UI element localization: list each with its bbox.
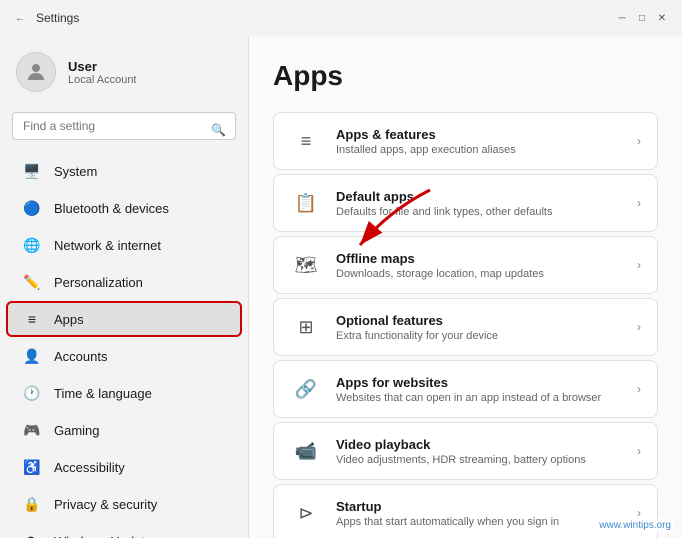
setting-text-apps-websites: Apps for websites Websites that can open …	[336, 375, 637, 404]
user-profile[interactable]: User Local Account	[0, 44, 248, 108]
bluetooth-icon: 🔵	[22, 198, 42, 218]
page-title: Apps	[273, 60, 658, 92]
setting-name-apps-websites: Apps for websites	[336, 375, 637, 390]
sidebar-item-accounts[interactable]: 👤 Accounts	[6, 338, 242, 374]
user-subtitle: Local Account	[68, 74, 137, 86]
time-icon: 🕐	[22, 383, 42, 403]
watermark: www.wintips.org	[596, 519, 674, 532]
setting-item-offline-maps[interactable]: 🗺 Offline maps Downloads, storage location…	[273, 236, 658, 294]
video-playback-icon: 📹	[290, 435, 322, 467]
chevron-icon-startup: ›	[637, 506, 641, 520]
user-info: User Local Account	[68, 59, 137, 86]
startup-icon: ⊳	[290, 497, 322, 529]
update-icon: ⟳	[22, 531, 42, 538]
sidebar-item-time[interactable]: 🕐 Time & language	[6, 375, 242, 411]
sidebar-item-apps[interactable]: ≡ Apps	[6, 301, 242, 337]
setting-name-video-playback: Video playback	[336, 437, 637, 452]
sidebar-item-label-personalization: Personalization	[54, 275, 143, 290]
setting-item-apps-websites[interactable]: 🔗 Apps for websites Websites that can open…	[273, 360, 658, 418]
apps-icon: ≡	[22, 309, 42, 329]
default-apps-icon: 📋	[290, 187, 322, 219]
title-bar: ← Settings ─ □ ✕	[0, 0, 682, 36]
personalization-icon: ✏️	[22, 272, 42, 292]
sidebar-item-label-accounts: Accounts	[54, 349, 107, 364]
sidebar-item-label-accessibility: Accessibility	[54, 460, 125, 475]
setting-text-startup: Startup Apps that start automatically whe…	[336, 499, 637, 528]
setting-item-optional-features[interactable]: ⊞ Optional features Extra functionality fo…	[273, 298, 658, 356]
sidebar-item-personalization[interactable]: ✏️ Personalization	[6, 264, 242, 300]
setting-name-apps-features: Apps & features	[336, 127, 637, 142]
chevron-icon-offline-maps: ›	[637, 258, 641, 272]
privacy-icon: 🔒	[22, 494, 42, 514]
sidebar-item-label-apps: Apps	[54, 312, 84, 327]
setting-desc-apps-websites: Websites that can open in an app instead…	[336, 392, 637, 404]
search-input[interactable]	[12, 112, 236, 140]
accessibility-icon: ♿	[22, 457, 42, 477]
optional-features-icon: ⊞	[290, 311, 322, 343]
sidebar-item-label-privacy: Privacy & security	[54, 497, 157, 512]
setting-text-offline-maps: Offline maps Downloads, storage location,…	[336, 251, 637, 280]
setting-text-video-playback: Video playback Video adjustments, HDR str…	[336, 437, 637, 466]
sidebar-item-label-bluetooth: Bluetooth & devices	[54, 201, 169, 216]
back-button[interactable]: ←	[12, 10, 28, 26]
setting-name-default-apps: Default apps	[336, 189, 637, 204]
setting-text-apps-features: Apps & features Installed apps, app execu…	[336, 127, 637, 156]
setting-name-optional-features: Optional features	[336, 313, 637, 328]
chevron-icon-video-playback: ›	[637, 444, 641, 458]
sidebar-item-label-gaming: Gaming	[54, 423, 100, 438]
setting-item-default-apps[interactable]: 📋 Default apps Defaults for file and link …	[273, 174, 658, 232]
sidebar-item-label-network: Network & internet	[54, 238, 161, 253]
sidebar-item-label-update: Windows Update	[54, 534, 152, 538]
setting-desc-optional-features: Extra functionality for your device	[336, 330, 637, 342]
sidebar-item-label-system: System	[54, 164, 97, 179]
avatar	[16, 52, 56, 92]
offline-maps-icon: 🗺	[290, 249, 322, 281]
setting-desc-apps-features: Installed apps, app execution aliases	[336, 144, 637, 156]
setting-name-offline-maps: Offline maps	[336, 251, 637, 266]
apps-websites-icon: 🔗	[290, 373, 322, 405]
setting-item-apps-features[interactable]: ≡ Apps & features Installed apps, app exec…	[273, 112, 658, 170]
apps-features-icon: ≡	[290, 125, 322, 157]
sidebar-item-network[interactable]: 🌐 Network & internet	[6, 227, 242, 263]
minimize-button[interactable]: ─	[614, 10, 630, 26]
sidebar-item-accessibility[interactable]: ♿ Accessibility	[6, 449, 242, 485]
setting-desc-default-apps: Defaults for file and link types, other …	[336, 206, 637, 218]
app-container: User Local Account 🔍 🖥️ System 🔵 Bluetooth …	[0, 36, 682, 538]
sidebar-item-update[interactable]: ⟳ Windows Update	[6, 523, 242, 538]
setting-name-startup: Startup	[336, 499, 637, 514]
window-title: Settings	[36, 11, 79, 25]
sidebar-item-bluetooth[interactable]: 🔵 Bluetooth & devices	[6, 190, 242, 226]
setting-text-optional-features: Optional features Extra functionality for…	[336, 313, 637, 342]
network-icon: 🌐	[22, 235, 42, 255]
content-area: Apps ≡ Apps & features Installed apps, app…	[248, 36, 682, 538]
nav-list: 🖥️ System 🔵 Bluetooth & devices 🌐 Network & i…	[0, 152, 248, 538]
sidebar-item-privacy[interactable]: 🔒 Privacy & security	[6, 486, 242, 522]
system-icon: 🖥️	[22, 161, 42, 181]
gaming-icon: 🎮	[22, 420, 42, 440]
search-container: 🔍	[0, 108, 248, 152]
setting-desc-video-playback: Video adjustments, HDR streaming, batter…	[336, 454, 637, 466]
user-name: User	[68, 59, 137, 74]
sidebar: User Local Account 🔍 🖥️ System 🔵 Bluetooth …	[0, 36, 248, 538]
chevron-icon-default-apps: ›	[637, 196, 641, 210]
window-controls: ─ □ ✕	[614, 10, 670, 26]
sidebar-item-gaming[interactable]: 🎮 Gaming	[6, 412, 242, 448]
setting-desc-offline-maps: Downloads, storage location, map updates	[336, 268, 637, 280]
accounts-icon: 👤	[22, 346, 42, 366]
maximize-button[interactable]: □	[634, 10, 650, 26]
setting-desc-startup: Apps that start automatically when you s…	[336, 516, 637, 528]
settings-list: ≡ Apps & features Installed apps, app exec…	[273, 112, 658, 538]
setting-text-default-apps: Default apps Defaults for file and link t…	[336, 189, 637, 218]
sidebar-item-system[interactable]: 🖥️ System	[6, 153, 242, 189]
setting-item-video-playback[interactable]: 📹 Video playback Video adjustments, HDR st…	[273, 422, 658, 480]
chevron-icon-apps-websites: ›	[637, 382, 641, 396]
sidebar-item-label-time: Time & language	[54, 386, 152, 401]
chevron-icon-optional-features: ›	[637, 320, 641, 334]
chevron-icon-apps-features: ›	[637, 134, 641, 148]
close-button[interactable]: ✕	[654, 10, 670, 26]
